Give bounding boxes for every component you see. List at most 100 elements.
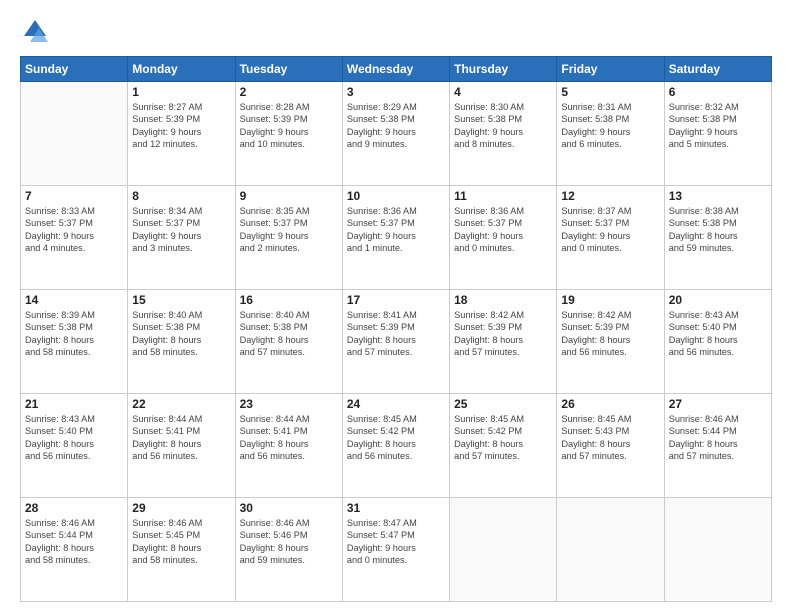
cell-line: Sunrise: 8:42 AM (561, 309, 659, 321)
cell-line: Sunset: 5:38 PM (25, 321, 123, 333)
calendar-cell: 5Sunrise: 8:31 AMSunset: 5:38 PMDaylight… (557, 82, 664, 186)
cell-line: Daylight: 8 hours (669, 334, 767, 346)
calendar-cell: 28Sunrise: 8:46 AMSunset: 5:44 PMDayligh… (21, 498, 128, 602)
cell-line: Sunrise: 8:29 AM (347, 101, 445, 113)
cell-line: Sunset: 5:43 PM (561, 425, 659, 437)
logo (20, 16, 54, 46)
cell-line: Sunset: 5:42 PM (347, 425, 445, 437)
cell-line: Sunset: 5:38 PM (669, 113, 767, 125)
logo-icon (20, 16, 50, 46)
day-number: 8 (132, 189, 230, 203)
cell-line: Sunrise: 8:36 AM (347, 205, 445, 217)
cell-line: Sunrise: 8:46 AM (240, 517, 338, 529)
cell-line: Sunrise: 8:28 AM (240, 101, 338, 113)
cell-line: and 5 minutes. (669, 138, 767, 150)
calendar-cell: 14Sunrise: 8:39 AMSunset: 5:38 PMDayligh… (21, 290, 128, 394)
day-number: 21 (25, 397, 123, 411)
cell-line: Sunset: 5:38 PM (561, 113, 659, 125)
day-number: 20 (669, 293, 767, 307)
day-number: 26 (561, 397, 659, 411)
day-number: 31 (347, 501, 445, 515)
cell-line: Sunrise: 8:39 AM (25, 309, 123, 321)
cell-line: and 1 minute. (347, 242, 445, 254)
cell-line: Daylight: 8 hours (454, 334, 552, 346)
cell-line: Daylight: 8 hours (561, 438, 659, 450)
cell-line: and 56 minutes. (669, 346, 767, 358)
weekday-header-row: SundayMondayTuesdayWednesdayThursdayFrid… (21, 57, 772, 82)
day-number: 5 (561, 85, 659, 99)
calendar-cell: 10Sunrise: 8:36 AMSunset: 5:37 PMDayligh… (342, 186, 449, 290)
cell-line: and 0 minutes. (561, 242, 659, 254)
calendar-cell: 13Sunrise: 8:38 AMSunset: 5:38 PMDayligh… (664, 186, 771, 290)
day-number: 3 (347, 85, 445, 99)
cell-line: Sunset: 5:40 PM (669, 321, 767, 333)
day-number: 24 (347, 397, 445, 411)
day-number: 4 (454, 85, 552, 99)
weekday-header-saturday: Saturday (664, 57, 771, 82)
cell-line: Sunset: 5:41 PM (240, 425, 338, 437)
cell-line: Daylight: 9 hours (561, 230, 659, 242)
cell-line: Sunset: 5:38 PM (240, 321, 338, 333)
cell-line: and 56 minutes. (132, 450, 230, 462)
cell-line: Sunrise: 8:35 AM (240, 205, 338, 217)
cell-line: Daylight: 8 hours (25, 438, 123, 450)
cell-line: Daylight: 9 hours (132, 230, 230, 242)
day-number: 30 (240, 501, 338, 515)
week-row-1: 7Sunrise: 8:33 AMSunset: 5:37 PMDaylight… (21, 186, 772, 290)
calendar-cell: 22Sunrise: 8:44 AMSunset: 5:41 PMDayligh… (128, 394, 235, 498)
cell-line: Sunrise: 8:37 AM (561, 205, 659, 217)
day-number: 12 (561, 189, 659, 203)
cell-line: Sunset: 5:38 PM (347, 113, 445, 125)
cell-line: and 59 minutes. (669, 242, 767, 254)
cell-line: and 57 minutes. (561, 450, 659, 462)
calendar-cell: 21Sunrise: 8:43 AMSunset: 5:40 PMDayligh… (21, 394, 128, 498)
cell-line: Sunrise: 8:31 AM (561, 101, 659, 113)
cell-line: and 57 minutes. (669, 450, 767, 462)
calendar-cell: 31Sunrise: 8:47 AMSunset: 5:47 PMDayligh… (342, 498, 449, 602)
cell-line: Daylight: 9 hours (240, 126, 338, 138)
calendar-cell: 30Sunrise: 8:46 AMSunset: 5:46 PMDayligh… (235, 498, 342, 602)
cell-line: Sunrise: 8:45 AM (347, 413, 445, 425)
cell-line: Sunrise: 8:30 AM (454, 101, 552, 113)
cell-line: Daylight: 8 hours (347, 438, 445, 450)
cell-line: and 56 minutes. (240, 450, 338, 462)
cell-line: Sunrise: 8:36 AM (454, 205, 552, 217)
day-number: 17 (347, 293, 445, 307)
cell-line: Sunset: 5:39 PM (132, 113, 230, 125)
cell-line: Daylight: 8 hours (454, 438, 552, 450)
cell-line: Sunrise: 8:46 AM (669, 413, 767, 425)
cell-line: and 2 minutes. (240, 242, 338, 254)
cell-line: Sunset: 5:42 PM (454, 425, 552, 437)
cell-line: and 57 minutes. (454, 346, 552, 358)
day-number: 23 (240, 397, 338, 411)
day-number: 2 (240, 85, 338, 99)
cell-line: Sunset: 5:38 PM (454, 113, 552, 125)
calendar-cell: 1Sunrise: 8:27 AMSunset: 5:39 PMDaylight… (128, 82, 235, 186)
cell-line: Sunset: 5:37 PM (132, 217, 230, 229)
cell-line: Sunset: 5:37 PM (347, 217, 445, 229)
cell-line: Daylight: 8 hours (25, 542, 123, 554)
cell-line: Sunrise: 8:45 AM (454, 413, 552, 425)
day-number: 25 (454, 397, 552, 411)
day-number: 9 (240, 189, 338, 203)
calendar-cell: 3Sunrise: 8:29 AMSunset: 5:38 PMDaylight… (342, 82, 449, 186)
cell-line: and 12 minutes. (132, 138, 230, 150)
cell-line: and 58 minutes. (25, 554, 123, 566)
cell-line: and 9 minutes. (347, 138, 445, 150)
calendar-cell: 27Sunrise: 8:46 AMSunset: 5:44 PMDayligh… (664, 394, 771, 498)
calendar-cell (664, 498, 771, 602)
cell-line: Sunrise: 8:40 AM (132, 309, 230, 321)
cell-line: Sunset: 5:47 PM (347, 529, 445, 541)
cell-line: and 0 minutes. (347, 554, 445, 566)
cell-line: Sunrise: 8:40 AM (240, 309, 338, 321)
weekday-header-sunday: Sunday (21, 57, 128, 82)
calendar-cell (557, 498, 664, 602)
cell-line: Daylight: 8 hours (240, 438, 338, 450)
day-number: 27 (669, 397, 767, 411)
cell-line: Daylight: 9 hours (347, 230, 445, 242)
week-row-4: 28Sunrise: 8:46 AMSunset: 5:44 PMDayligh… (21, 498, 772, 602)
weekday-header-wednesday: Wednesday (342, 57, 449, 82)
cell-line: Sunset: 5:37 PM (561, 217, 659, 229)
cell-line: Sunset: 5:39 PM (561, 321, 659, 333)
week-row-3: 21Sunrise: 8:43 AMSunset: 5:40 PMDayligh… (21, 394, 772, 498)
